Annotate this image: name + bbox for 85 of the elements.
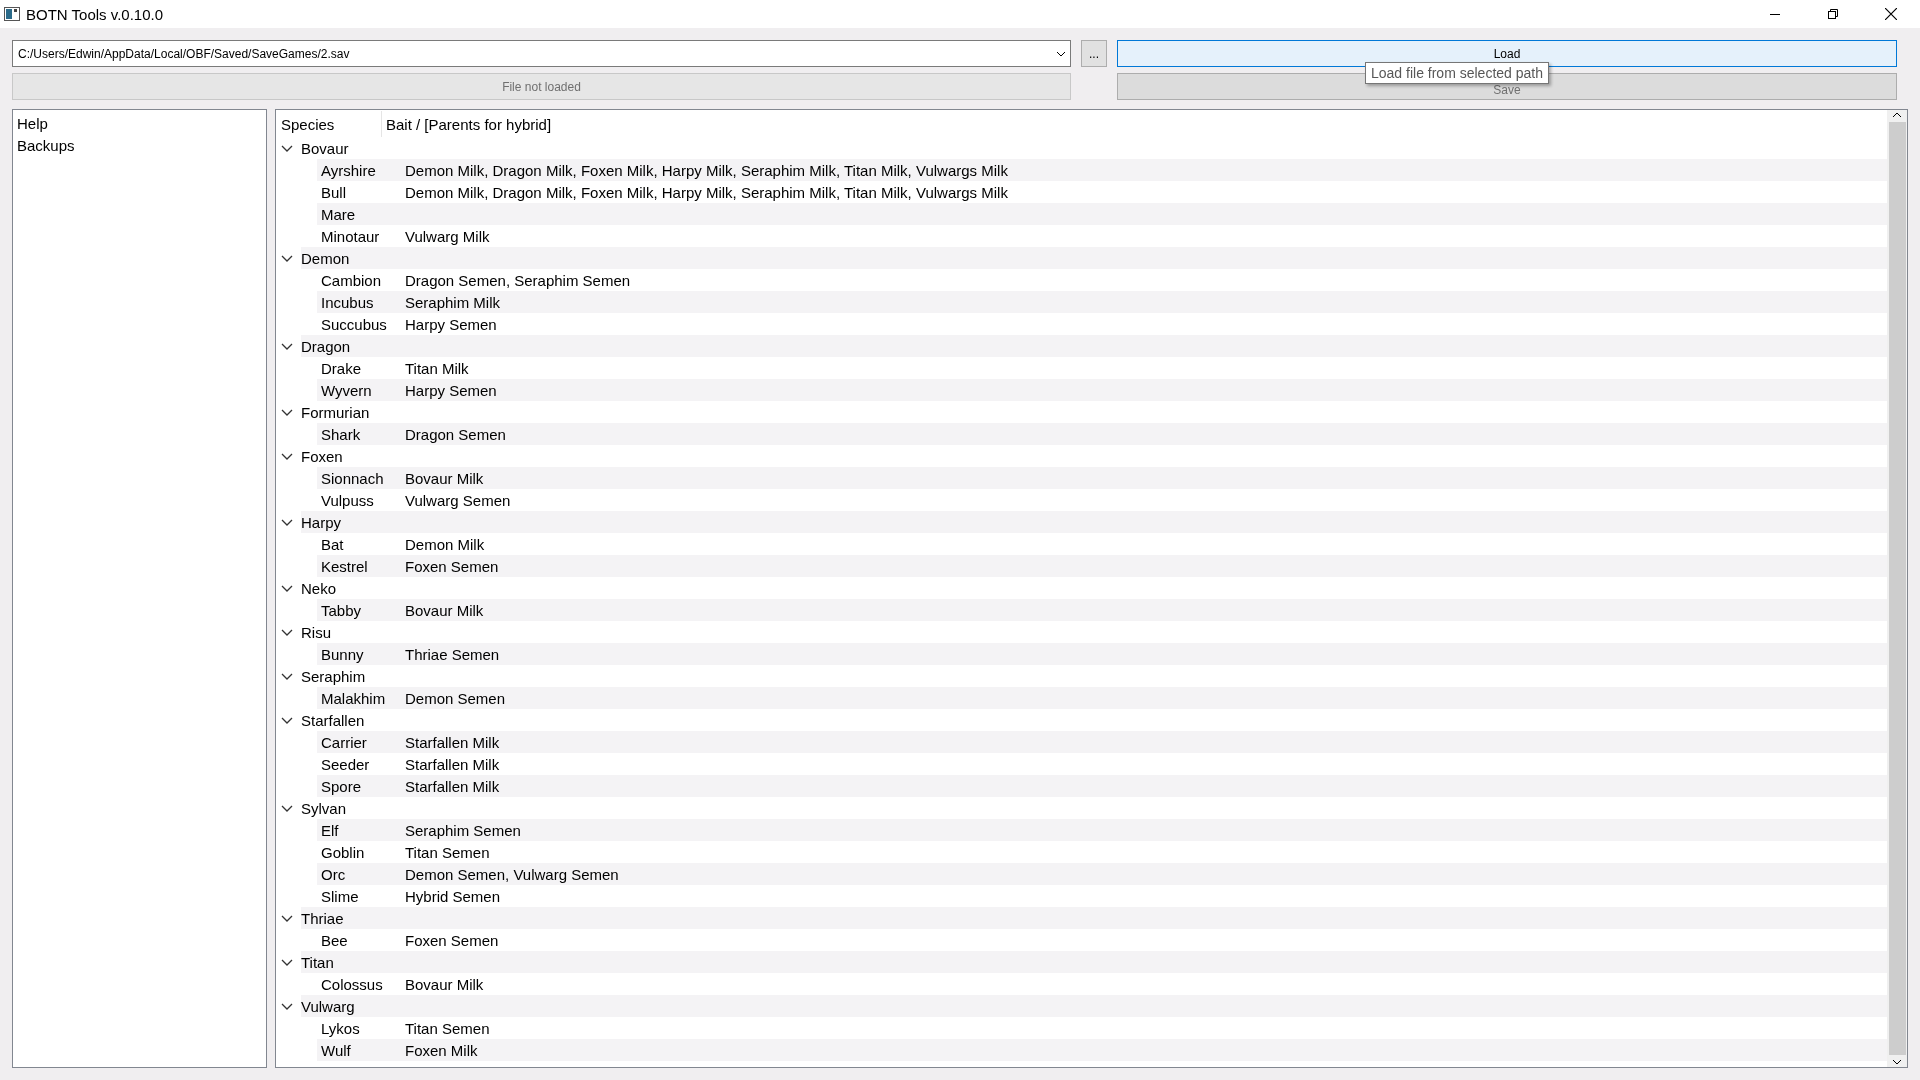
tree-cell-text: Kestrel (320, 557, 369, 575)
tree-cell-text: Starfallen Milk (404, 733, 500, 751)
tree-group-label: Thriae (301, 909, 344, 927)
tree-cell-text: Malakhim (320, 689, 387, 707)
tree-cell-text: Colossus (320, 975, 384, 993)
tree-cell-text: Bull (320, 183, 347, 201)
tree-cell-text: Harpy Semen (404, 315, 497, 333)
tree-cell-text: Minotaur (320, 227, 381, 245)
tree-group-label: Vulwarg (301, 997, 355, 1015)
tree-cell-text: Goblin (320, 843, 366, 861)
tree-cell-text: Foxen Semen (404, 557, 499, 575)
column-header[interactable]: Species (277, 111, 382, 137)
scroll-up-icon (1892, 110, 1902, 120)
tree-cell-text: Demon Milk (404, 535, 485, 553)
tree-cell-text: Demon Semen (404, 689, 506, 707)
tree-cell-text: Carrier (320, 733, 368, 751)
tree-cell-text: Ayrshire (320, 161, 377, 179)
tree-cell-text: Vulpuss (320, 491, 375, 509)
tree-cell-text: Seraphim Semen (404, 821, 521, 839)
tree-cell-text: Demon Semen, Vulwarg Semen (404, 865, 619, 883)
tree-cell-text: Bat (320, 535, 345, 553)
tree-cell-text: Foxen Milk (404, 1041, 478, 1059)
tree-group-label: Foxen (301, 447, 343, 465)
tree-cell-text: Demon Milk, Dragon Milk, Foxen Milk, Harpy Milk, Seraphim Milk, Titan Milk, Vulwargs Milk (404, 183, 1008, 201)
tree-cell-text: Incubus (320, 293, 375, 311)
tree-cell-text: Thriae Semen (404, 645, 500, 663)
tree-cell-text: Dragon Semen (404, 425, 506, 443)
tree-cell-text: Harpy Semen (404, 381, 497, 399)
tree-cell-text: Lykos (320, 1019, 361, 1037)
status-text: File not loaded (12, 73, 1071, 100)
tree-cell-text: Bovaur Milk (404, 975, 484, 993)
tree-cell-text: Titan Semen (404, 843, 490, 861)
tree-cell-text: Vulwarg Semen (404, 491, 511, 509)
tree-cell-text: Shark (320, 425, 362, 443)
scrollbar[interactable] (1887, 110, 1907, 1067)
tree-cell-text: Vulwarg Milk (404, 227, 490, 245)
scroll-down-icon (1892, 1057, 1902, 1067)
tree-cell-text: Foxen Semen (404, 931, 499, 949)
browse-button[interactable]: ... (1081, 40, 1107, 67)
app-icon (4, 7, 20, 21)
tooltip: Load file from selected path (1365, 62, 1549, 84)
tree-cell-text: Sionnach (320, 469, 385, 487)
path-combo-box[interactable]: C:/Users/Edwin/AppData/Local/OBF/Saved/SaveGames/2.sav (12, 40, 1071, 67)
tree-cell-text: Cambion (320, 271, 383, 289)
tree-group-label: Bovaur (301, 139, 349, 157)
tree-cell-text: Seeder (320, 755, 371, 773)
tree-cell-text: Bee (320, 931, 349, 949)
tree-cell-text: Drake (320, 359, 362, 377)
tree-cell-text: Elf (320, 821, 340, 839)
window-title: BOTN Tools v.0.10.0 (26, 5, 164, 23)
tree-group-label: Demon (301, 249, 350, 267)
restore-icon (1828, 9, 1838, 19)
tree-group-label: Harpy (301, 513, 341, 531)
tree-cell-text: Bovaur Milk (404, 469, 484, 487)
tree-cell-text: Tabby (320, 601, 363, 619)
tree-cell-text: Seraphim Milk (404, 293, 501, 311)
close-icon (1885, 8, 1897, 20)
tree-cell-text: Bunny (320, 645, 365, 663)
tree-group-label: Formurian (301, 403, 370, 421)
tree-group-label: Neko (301, 579, 337, 597)
tree-cell-text: Starfallen Milk (404, 777, 500, 795)
tree-cell-text: Wulf (320, 1041, 352, 1059)
tree-cell-text: Starfallen Milk (404, 755, 500, 773)
tree-group-label: Starfallen (301, 711, 365, 729)
tree-group-label: Sylvan (301, 799, 347, 817)
tree-cell-text: Mare (320, 205, 357, 223)
tree-group-label: Risu (301, 623, 331, 641)
tree-cell-text: Succubus (320, 315, 388, 333)
tree-group-label: Seraphim (301, 667, 366, 685)
column-header[interactable]: Bait / [Parents for hybrid] (382, 111, 1887, 137)
sidebar-item[interactable]: Backups (17, 135, 262, 157)
tree-cell-text: Spore (320, 777, 363, 795)
tree-cell-text: Wyvern (320, 381, 373, 399)
tree-cell-text: Hybrid Semen (404, 887, 501, 905)
sidebar-item[interactable]: Help (17, 113, 262, 135)
tree-cell-text: Bovaur Milk (404, 601, 484, 619)
load-button[interactable]: Load (1117, 40, 1897, 67)
tree-cell-text: Orc (320, 865, 347, 883)
tree-cell-text: Dragon Semen, Seraphim Semen (404, 271, 631, 289)
tree-cell-text: Titan Milk (404, 359, 469, 377)
tree-cell-text: Titan Semen (404, 1019, 490, 1037)
tree-group-label: Dragon (301, 337, 351, 355)
tree-cell-text: Slime (320, 887, 360, 905)
tree-group-label: Titan (301, 953, 334, 971)
tree-cell-text: Demon Milk, Dragon Milk, Foxen Milk, Harpy Milk, Seraphim Milk, Titan Milk, Vulwargs Milk (404, 161, 1008, 179)
